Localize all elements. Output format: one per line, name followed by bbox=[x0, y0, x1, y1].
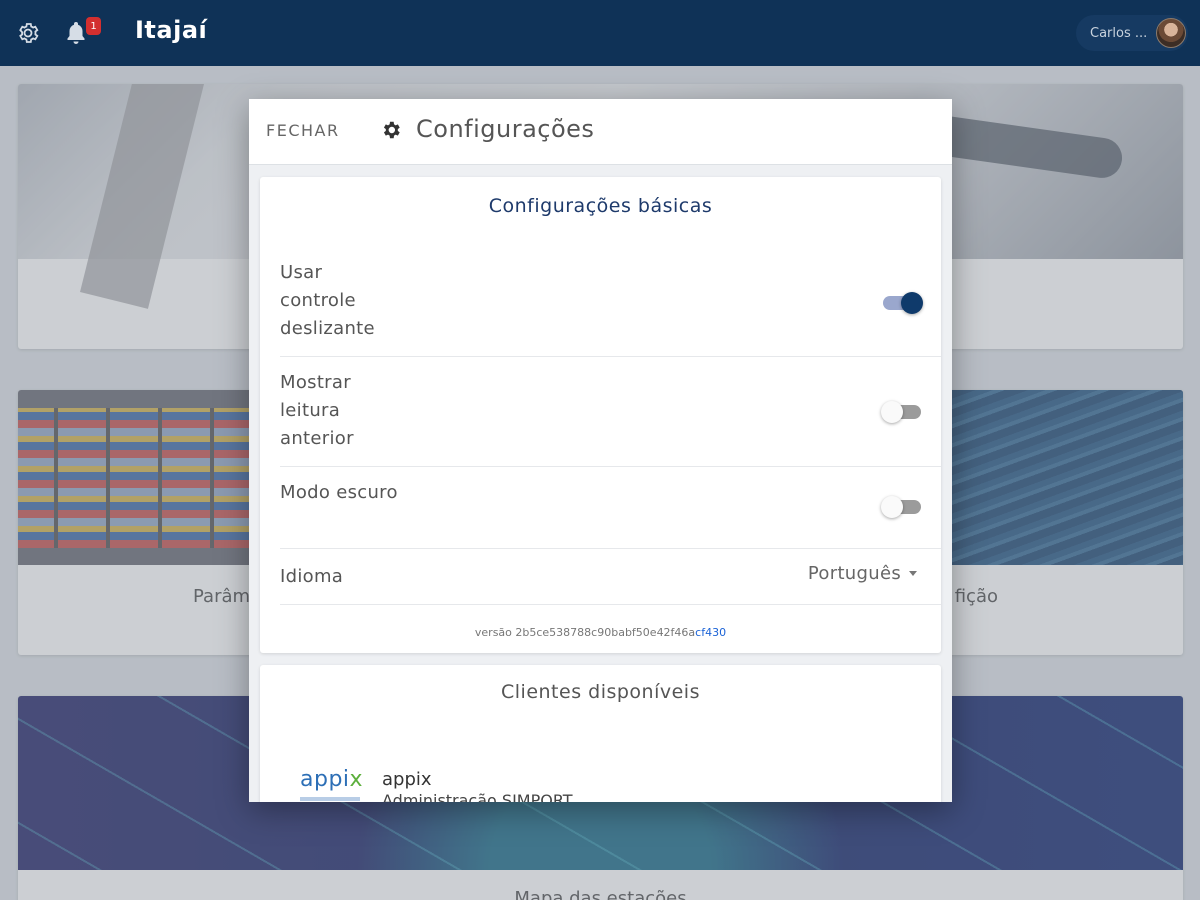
client-subtitle: Administração SIMPORT bbox=[382, 791, 573, 802]
language-label: Idioma bbox=[280, 566, 344, 587]
bell-icon[interactable] bbox=[64, 20, 88, 46]
toggle-thumb bbox=[901, 292, 923, 314]
client-logo-underline bbox=[300, 797, 360, 801]
setting-language: Idioma Português bbox=[280, 549, 941, 605]
dark-mode-toggle[interactable] bbox=[881, 496, 921, 518]
client-item-appix[interactable]: appix appix Administração SIMPORT bbox=[300, 767, 900, 802]
version-prefix: versão 2b5ce538788c90babf50e42f46a bbox=[474, 626, 696, 639]
language-value: Português bbox=[807, 563, 901, 584]
basic-settings-title: Configurações básicas bbox=[488, 195, 713, 217]
app-bar: 1 Itajaí Carlos ... bbox=[0, 0, 1200, 66]
slider-control-toggle[interactable] bbox=[881, 292, 923, 314]
user-name: Carlos ... bbox=[1090, 25, 1148, 41]
dialog-title: Configurações bbox=[416, 115, 595, 143]
settings-dialog: FECHAR Configurações Configurações básic… bbox=[249, 99, 952, 802]
toggle-thumb bbox=[881, 496, 903, 518]
version-text: versão 2b5ce538788c90babf50e42f46acf430 bbox=[260, 626, 941, 639]
dialog-header: FECHAR Configurações bbox=[249, 99, 952, 165]
setting-label: Modo escuro bbox=[280, 482, 398, 503]
clients-panel: Clientes disponíveis appix appix Adminis… bbox=[260, 665, 941, 802]
language-select[interactable]: Português bbox=[808, 563, 917, 584]
setting-slider-control: Usar controle deslizante bbox=[280, 249, 941, 357]
close-button[interactable]: FECHAR bbox=[266, 121, 340, 140]
app-title: Itajaí bbox=[135, 16, 208, 44]
avatar bbox=[1156, 18, 1186, 48]
client-logo-main: appi bbox=[300, 767, 350, 792]
client-logo: appix bbox=[300, 767, 363, 792]
user-menu[interactable]: Carlos ... bbox=[1076, 15, 1188, 51]
clients-title: Clientes disponíveis bbox=[501, 681, 700, 703]
basic-settings-panel: Configurações básicas Usar controle desl… bbox=[260, 177, 941, 653]
setting-label: Usar controle deslizante bbox=[280, 262, 375, 339]
setting-previous-reading: Mostrar leitura anterior bbox=[280, 357, 941, 467]
dropdown-caret-icon bbox=[909, 571, 917, 576]
previous-reading-toggle[interactable] bbox=[881, 401, 921, 423]
toggle-thumb bbox=[881, 401, 903, 423]
setting-dark-mode: Modo escuro bbox=[280, 467, 941, 549]
gear-icon[interactable] bbox=[16, 21, 40, 45]
client-name: appix bbox=[382, 769, 432, 790]
settings-gear-icon bbox=[383, 121, 400, 139]
client-logo-accent: x bbox=[349, 767, 364, 792]
notification-badge: 1 bbox=[86, 17, 101, 35]
setting-label: Mostrar leitura anterior bbox=[280, 372, 354, 449]
version-highlight: cf430 bbox=[695, 626, 727, 639]
